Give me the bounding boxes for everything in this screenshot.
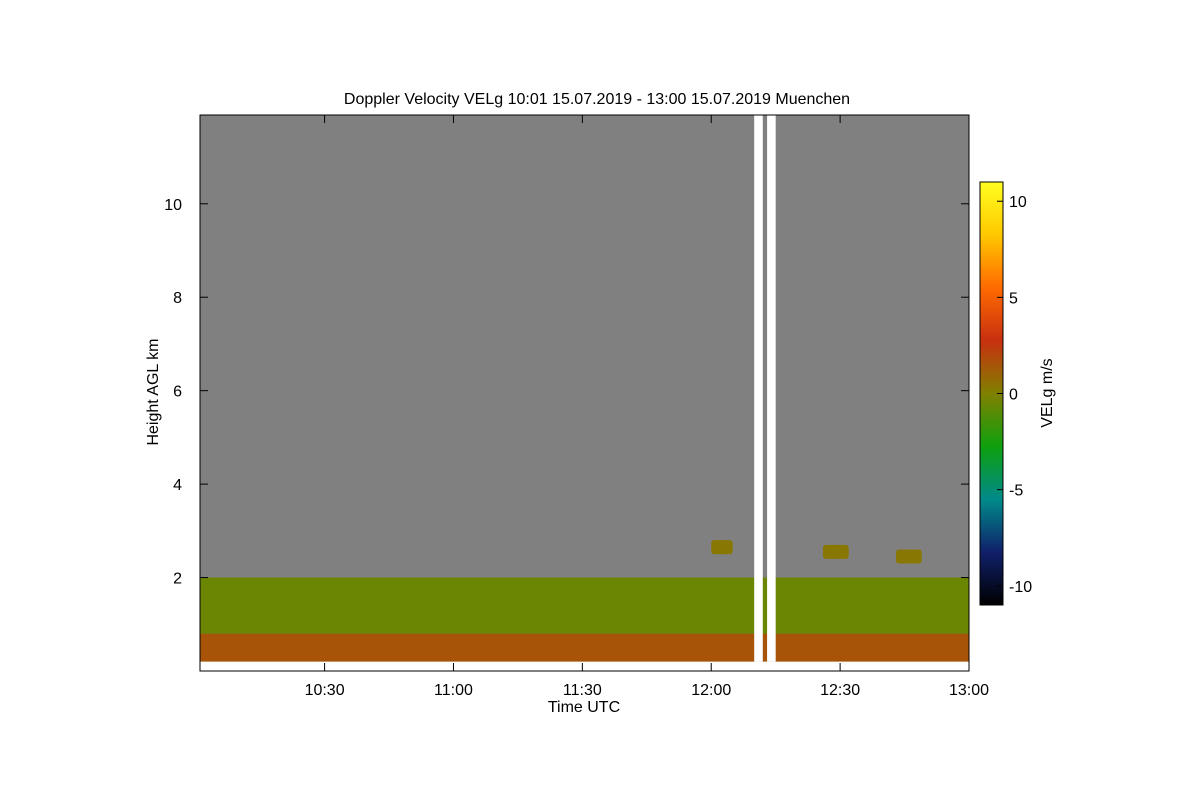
- y-tick-label: 4: [173, 477, 182, 494]
- elevated-patch-2: [895, 549, 922, 564]
- elevated-patch-1: [822, 544, 849, 559]
- y-axis-label: Height AGL km: [145, 338, 162, 445]
- bottom-no-data-band: [200, 661, 969, 671]
- colorbar-tick-label: 0: [1009, 387, 1018, 404]
- velocity-layer-0: [200, 633, 969, 662]
- x-tick-label: 10:30: [305, 682, 345, 699]
- colorbar-tick-label: 5: [1009, 290, 1018, 307]
- chart-title: Doppler Velocity VELg 10:01 15.07.2019 -…: [344, 91, 850, 108]
- colorbar-tick-label: 10: [1009, 194, 1027, 211]
- y-tick-label: 8: [173, 290, 182, 307]
- x-tick-label: 11:00: [434, 682, 473, 699]
- colorbar-tick-label: -5: [1009, 483, 1023, 500]
- no-data-gap-1: [767, 115, 776, 662]
- no-data-gap-0: [754, 115, 763, 662]
- doppler-velocity-chart: Doppler Velocity VELg 10:01 15.07.2019 -…: [145, 91, 1056, 716]
- colorbar-label: VELg m/s: [1039, 358, 1056, 427]
- x-tick-label: 11:30: [563, 682, 602, 699]
- colorbar-tick-label: -10: [1009, 579, 1032, 596]
- colorbar: -10 -5 0 5 10: [979, 181, 1032, 606]
- x-tick-label: 12:30: [820, 682, 860, 699]
- velocity-layer-1: [200, 577, 969, 634]
- plot-area: [200, 115, 969, 671]
- y-tick-label: 2: [173, 571, 182, 588]
- y-tick-label: 10: [164, 197, 182, 214]
- x-tick-label: 12:00: [691, 682, 731, 699]
- x-axis-label: Time UTC: [548, 699, 620, 716]
- x-tick-label: 13:00: [949, 682, 989, 699]
- y-tick-label: 6: [173, 384, 182, 401]
- elevated-patch-0: [711, 540, 733, 555]
